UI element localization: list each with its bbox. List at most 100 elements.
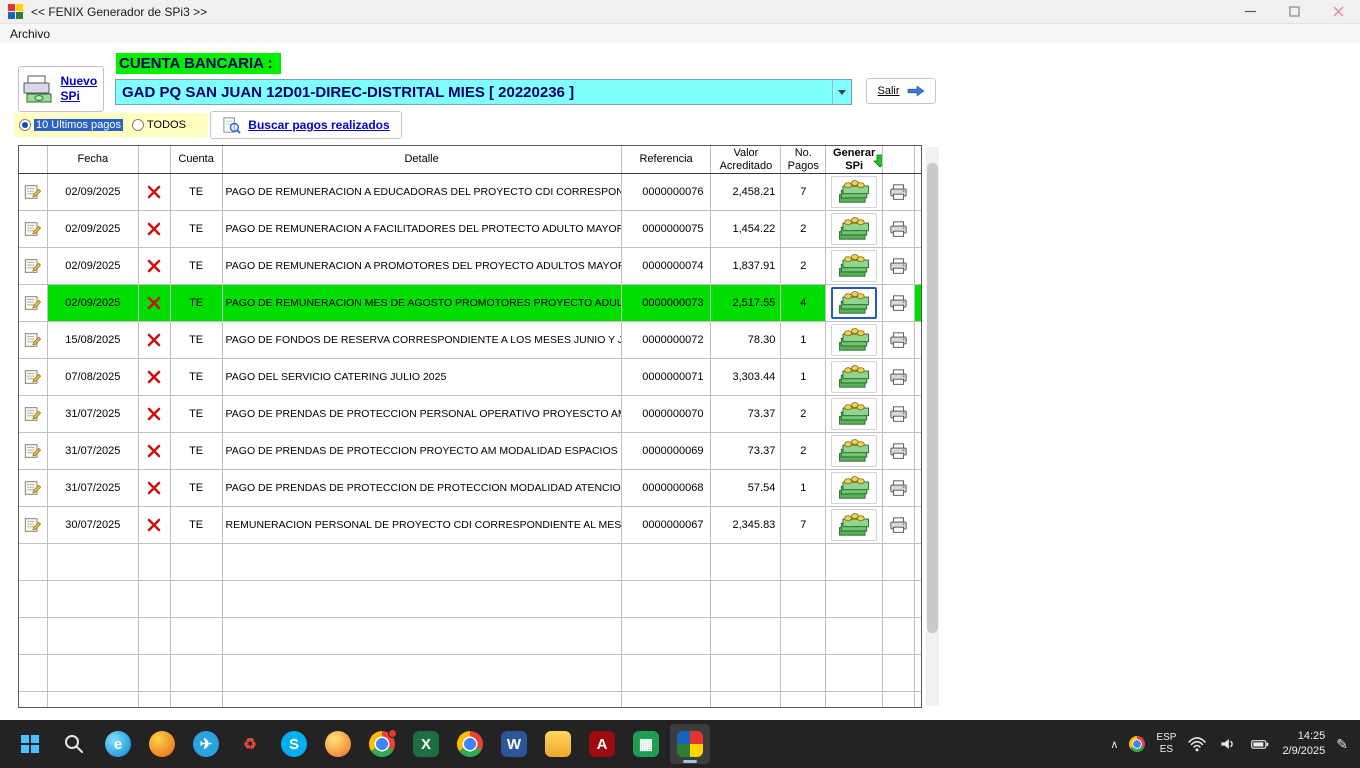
generar-spi-button[interactable] [831,472,877,504]
edit-row-button[interactable] [19,359,48,395]
table-row[interactable]: 31/07/2025 TE PAGO DE PRENDAS DE PROTECC… [19,433,921,470]
tray-chevron-up-icon[interactable]: ∧ [1110,738,1118,751]
volume-icon[interactable] [1218,734,1238,754]
edit-icon [23,442,42,460]
chrome-2-icon[interactable] [450,724,490,764]
delete-row-button[interactable] [139,396,171,432]
delete-row-button[interactable] [139,248,171,284]
radio-ultimos-pagos[interactable]: 10 Ultimos pagos [19,119,123,131]
edit-row-button[interactable] [19,322,48,358]
vertical-scrollbar[interactable] [926,147,939,706]
table-row[interactable]: 02/09/2025 TE PAGO DE REMUNERACION MES D… [19,285,921,322]
acrobat-icon[interactable]: A [582,724,622,764]
delete-row-button[interactable] [139,507,171,543]
start-icon[interactable] [10,724,50,764]
delete-row-button[interactable] [139,211,171,247]
table-row[interactable]: 02/09/2025 TE PAGO DE REMUNERACION A PRO… [19,248,921,285]
print-row-button[interactable] [883,507,915,543]
print-row-button[interactable] [883,322,915,358]
scrollbar-thumb[interactable] [927,163,938,633]
fenix-app-icon[interactable] [670,724,710,764]
generar-spi-button[interactable] [831,287,877,319]
generar-spi-button[interactable] [831,398,877,430]
table-row[interactable]: 07/08/2025 TE PAGO DEL SERVICIO CATERING… [19,359,921,396]
maximize-button[interactable] [1272,0,1316,24]
generar-spi-button[interactable] [831,324,877,356]
print-icon [889,184,908,201]
money-stack-icon [837,512,871,538]
recycle-bin-icon[interactable]: ♻ [230,724,270,764]
edit-icon [23,516,42,534]
generar-spi-button[interactable] [831,213,877,245]
table-row[interactable]: 30/07/2025 TE REMUNERACION PERSONAL DE P… [19,507,921,544]
delete-row-button[interactable] [139,322,171,358]
telegram-icon[interactable]: ✈ [186,724,226,764]
print-icon [889,295,908,312]
edge-icon[interactable]: e [98,724,138,764]
edit-row-button[interactable] [19,396,48,432]
print-row-button[interactable] [883,211,915,247]
generar-spi-button[interactable] [831,250,877,282]
chrome-icon[interactable] [362,724,402,764]
word-icon[interactable]: W [494,724,534,764]
combo-dropdown-button[interactable] [832,80,851,104]
delete-row-button[interactable] [139,433,171,469]
print-row-button[interactable] [883,396,915,432]
buscar-pagos-button[interactable]: Buscar pagos realizados [210,111,402,139]
print-row-button[interactable] [883,359,915,395]
generar-spi-button[interactable] [831,361,877,393]
generar-spi-button[interactable] [831,435,877,467]
edit-row-button[interactable] [19,174,48,210]
delete-row-button[interactable] [139,359,171,395]
row-generar-cell [826,174,883,210]
table-row[interactable]: 02/09/2025 TE PAGO DE REMUNERACION A FAC… [19,211,921,248]
wifi-icon[interactable] [1187,734,1207,754]
file-explorer-icon[interactable] [538,724,578,764]
row-cuenta: TE [171,396,223,432]
table-row[interactable]: 15/08/2025 TE PAGO DE FONDOS DE RESERVA … [19,322,921,359]
print-row-button[interactable] [883,433,915,469]
battery-icon[interactable] [1249,734,1271,754]
money-stack-icon [837,290,871,316]
nuevo-spi-button[interactable]: Nuevo SPi [18,66,104,112]
row-detalle: PAGO DE REMUNERACION A PROMOTORES DEL PR… [223,248,622,284]
table-row[interactable]: 02/09/2025 TE PAGO DE REMUNERACION A EDU… [19,174,921,211]
skype-icon[interactable]: S [274,724,314,764]
table-row[interactable]: 31/07/2025 TE PAGO DE PRENDAS DE PROTECC… [19,470,921,507]
print-row-button[interactable] [883,470,915,506]
radio-todos[interactable]: TODOS [132,119,186,131]
edit-row-button[interactable] [19,470,48,506]
close-button[interactable] [1316,0,1360,24]
salir-button[interactable]: Salir [866,78,936,104]
print-row-button[interactable] [883,285,915,321]
generar-spi-button[interactable] [831,509,877,541]
excel-icon[interactable]: X [406,724,446,764]
spreadsheet-green-icon[interactable]: ▦ [626,724,666,764]
clock[interactable]: 14:25 2/9/2025 [1282,729,1325,759]
delete-row-button[interactable] [139,285,171,321]
table-row[interactable]: 31/07/2025 TE PAGO DE PRENDAS DE PROTECC… [19,396,921,433]
edit-row-button[interactable] [19,433,48,469]
language-indicator[interactable]: ESP ES [1156,732,1176,757]
firefox-icon[interactable] [142,724,182,764]
minimize-button[interactable] [1228,0,1272,24]
row-referencia: 0000000071 [622,359,712,395]
edit-row-button[interactable] [19,285,48,321]
print-row-button[interactable] [883,248,915,284]
delete-row-button[interactable] [139,470,171,506]
edit-row-button[interactable] [19,507,48,543]
search-icon[interactable] [54,724,94,764]
print-row-button[interactable] [883,174,915,210]
edit-row-button[interactable] [19,211,48,247]
firefox-2-icon[interactable] [318,724,358,764]
row-pagos: 2 [781,396,826,432]
delete-row-button[interactable] [139,174,171,210]
menu-archivo[interactable]: Archivo [0,27,60,41]
cuenta-bancaria-combobox[interactable]: GAD PQ SAN JUAN 12D01-DIREC-DISTRITAL MI… [115,79,852,105]
tray-app-icon[interactable] [1129,736,1145,752]
edit-row-button[interactable] [19,248,48,284]
money-stack-icon [837,438,871,464]
generar-spi-button[interactable] [831,176,877,208]
pen-icon[interactable]: ✎ [1336,736,1348,753]
header-generar-spi: Generar SPi [826,146,883,173]
